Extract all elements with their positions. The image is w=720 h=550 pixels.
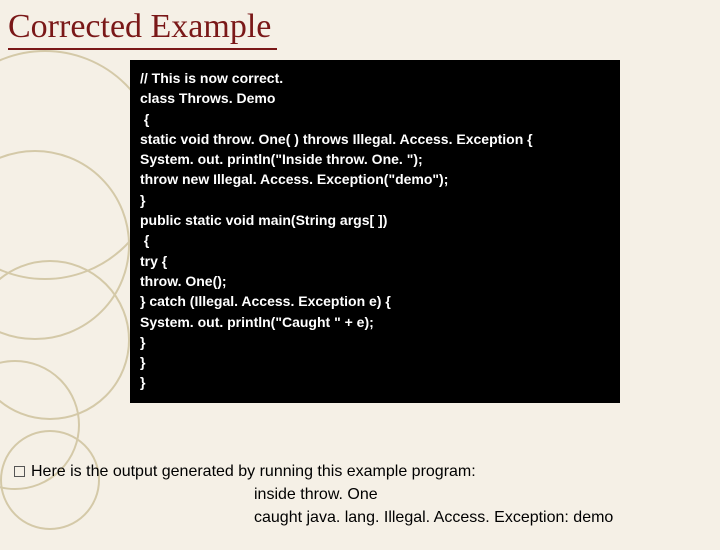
code-line: } xyxy=(140,190,610,210)
code-line: } catch (Illegal. Access. Exception e) { xyxy=(140,291,610,311)
output-line: inside throw. One xyxy=(14,483,710,506)
code-line: class Throws. Demo xyxy=(140,88,610,108)
code-line: } xyxy=(140,332,610,352)
slide-title: Corrected Example xyxy=(8,8,277,50)
code-line: System. out. println("Inside throw. One.… xyxy=(140,149,610,169)
code-line: throw new Illegal. Access. Exception("de… xyxy=(140,169,610,189)
output-intro: Here is the output generated by running … xyxy=(31,463,476,480)
output-description: Here is the output generated by running … xyxy=(14,460,710,530)
code-line: System. out. println("Caught " + e); xyxy=(140,312,610,332)
code-line: } xyxy=(140,352,610,372)
code-line: try { xyxy=(140,251,610,271)
code-block: // This is now correct. class Throws. De… xyxy=(130,60,620,403)
code-line: static void throw. One( ) throws Illegal… xyxy=(140,129,610,149)
code-line: { xyxy=(140,109,610,129)
code-line: public static void main(String args[ ]) xyxy=(140,210,610,230)
code-line: throw. One(); xyxy=(140,271,610,291)
code-line: } xyxy=(140,372,610,392)
bullet-checkbox-icon xyxy=(14,466,25,477)
output-line: caught java. lang. Illegal. Access. Exce… xyxy=(14,506,710,529)
code-line: { xyxy=(140,230,610,250)
code-line: // This is now correct. xyxy=(140,68,610,88)
